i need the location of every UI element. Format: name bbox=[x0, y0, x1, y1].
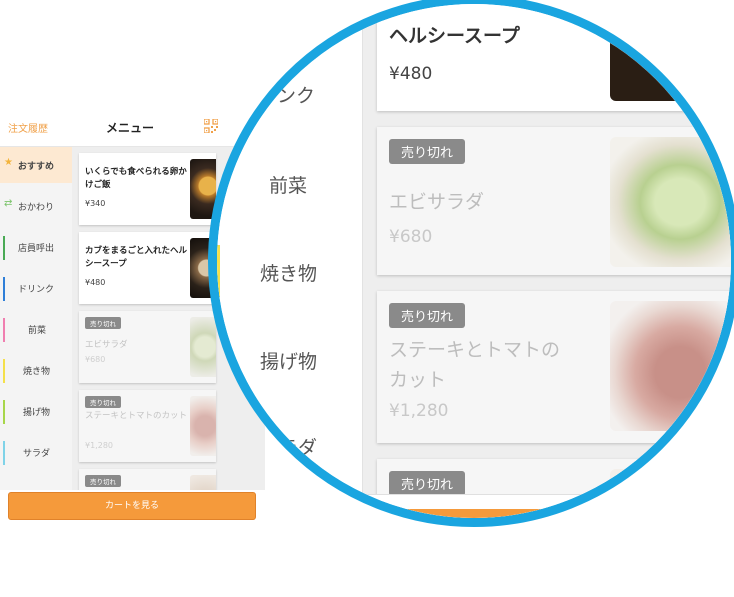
category-color-bar bbox=[217, 333, 220, 385]
category-color-bar bbox=[3, 236, 5, 260]
zoomed-sidebar-item-drink[interactable]: ドリンク bbox=[217, 53, 362, 133]
sidebar-item-label: サラダ bbox=[23, 449, 51, 459]
sold-out-badge: 売り切れ bbox=[389, 471, 466, 496]
category-color-bar bbox=[3, 400, 5, 424]
sidebar-item-label: ドリンク bbox=[18, 285, 55, 295]
menu-item-card-sold-out[interactable]: 売り切れ ステーキとトマトのカット ¥1,280 bbox=[79, 390, 216, 462]
sold-out-badge: 売り切れ bbox=[389, 303, 466, 328]
sidebar-item-call-staff[interactable]: 店員呼出 bbox=[0, 229, 72, 265]
menu-item-price: ¥480 bbox=[85, 278, 106, 287]
zoomed-view-cart-button[interactable]: カートを見 bbox=[320, 509, 731, 518]
category-color-bar bbox=[217, 419, 220, 471]
sidebar-item-label: ドリンク bbox=[239, 85, 316, 107]
category-color-bar bbox=[3, 359, 5, 383]
food-photo bbox=[610, 301, 731, 431]
menu-item-card-sold-out[interactable]: 売り切れ bbox=[79, 469, 216, 490]
menu-item-card[interactable]: カブをまるごと入れたヘルシースープ ¥480 bbox=[79, 232, 216, 304]
menu-item-name: いくらでも食べられる卵かけご飯 bbox=[85, 167, 187, 190]
menu-item-name: ステーキとトマトの bbox=[389, 339, 561, 361]
menu-item-price: ¥680 bbox=[389, 227, 433, 247]
sidebar-item-salad[interactable]: サラダ bbox=[0, 434, 72, 470]
category-color-bar bbox=[3, 441, 5, 465]
category-sidebar: ★ おすすめ ⇄ おかわり 店員呼出 ドリンク 前菜 焼き物 揚げ物 サラダ bbox=[0, 147, 72, 490]
menu-item-price: ¥680 bbox=[85, 355, 106, 364]
magnifier-circle: ドリンク 前菜 焼き物 揚げ物 サラダ ヘルシースープ ¥480 売り切れ エビ… bbox=[208, 0, 734, 527]
sidebar-item-fried[interactable]: 揚げ物 bbox=[0, 393, 72, 429]
sidebar-item-label: 前菜 bbox=[28, 326, 47, 336]
category-color-bar bbox=[217, 67, 220, 119]
refresh-icon: ⇄ bbox=[4, 198, 13, 209]
zoomed-menu-item-card[interactable]: ヘルシースープ ¥480 bbox=[377, 4, 731, 111]
sidebar-item-appetizer[interactable]: 前菜 bbox=[0, 311, 72, 347]
zoomed-sidebar-item-appetizer[interactable]: 前菜 bbox=[217, 143, 362, 223]
sidebar-item-label: 焼き物 bbox=[23, 367, 51, 377]
food-photo bbox=[610, 4, 731, 101]
sidebar-item-recommended[interactable]: ★ おすすめ bbox=[0, 147, 72, 183]
menu-item-price: ¥340 bbox=[85, 199, 106, 208]
zoomed-menu-item-card-sold-out[interactable]: 売り切れ ステーキとトマトの カット ¥1,280 bbox=[377, 291, 731, 443]
star-icon: ★ bbox=[4, 157, 13, 168]
menu-item-price: ¥1,280 bbox=[85, 441, 113, 450]
sidebar-item-label: 前菜 bbox=[269, 175, 308, 197]
zoomed-sidebar-item-fried[interactable]: 揚げ物 bbox=[217, 319, 362, 399]
category-color-bar bbox=[217, 245, 220, 297]
qr-code-icon[interactable] bbox=[204, 119, 218, 133]
menu-item-name: ヘルシースープ bbox=[389, 25, 520, 47]
sidebar-item-refill[interactable]: ⇄ おかわり bbox=[0, 188, 72, 224]
sold-out-badge: 売り切れ bbox=[85, 396, 121, 408]
food-photo bbox=[610, 137, 731, 267]
menu-item-name: エビサラダ bbox=[389, 191, 485, 213]
menu-item-price: ¥1,280 bbox=[389, 401, 449, 421]
menu-item-name-line2: カット bbox=[389, 369, 447, 391]
menu-item-name: ステーキとトマトのカット bbox=[85, 411, 188, 421]
category-color-bar bbox=[3, 318, 5, 342]
order-history-link[interactable]: 注文履歴 bbox=[8, 120, 48, 135]
sidebar-item-label: 揚げ物 bbox=[260, 351, 318, 373]
sidebar-item-label: サラダ bbox=[260, 437, 318, 459]
sidebar-item-drink[interactable]: ドリンク bbox=[0, 270, 72, 306]
sold-out-badge: 売り切れ bbox=[389, 139, 466, 164]
category-color-bar bbox=[217, 157, 220, 209]
page-title: メニュー bbox=[106, 121, 155, 135]
zoomed-sidebar-item-salad[interactable]: サラダ bbox=[217, 405, 362, 485]
food-photo bbox=[190, 396, 216, 456]
magnified-content: ドリンク 前菜 焼き物 揚げ物 サラダ ヘルシースープ ¥480 売り切れ エビ… bbox=[217, 4, 731, 518]
sidebar-item-label: 焼き物 bbox=[260, 263, 318, 285]
menu-item-card-sold-out[interactable]: 売り切れ エビサラダ ¥680 bbox=[79, 311, 216, 383]
menu-item-card[interactable]: いくらでも食べられる卵かけご飯 ¥340 bbox=[79, 153, 216, 225]
food-photo bbox=[190, 317, 216, 377]
zoomed-menu-list: ヘルシースープ ¥480 売り切れ エビサラダ ¥680 売り切れ ステーキとト… bbox=[363, 4, 731, 518]
menu-item-price: ¥480 bbox=[389, 64, 433, 84]
sidebar-item-label: おかわり bbox=[18, 203, 55, 213]
menu-item-name: カブをまるごと入れたヘルシースープ bbox=[85, 246, 188, 269]
sold-out-badge: 売り切れ bbox=[85, 317, 121, 329]
sidebar-item-grilled[interactable]: 焼き物 bbox=[0, 352, 72, 388]
category-color-bar bbox=[3, 277, 5, 301]
zoomed-menu-item-card-sold-out[interactable]: 売り切れ エビサラダ ¥680 bbox=[377, 127, 731, 275]
sidebar-item-label: 揚げ物 bbox=[23, 408, 51, 418]
sold-out-badge: 売り切れ bbox=[85, 475, 121, 487]
food-photo bbox=[190, 475, 216, 490]
sidebar-item-label: おすすめ bbox=[18, 162, 55, 172]
sidebar-item-label: 店員呼出 bbox=[18, 244, 55, 254]
zoomed-sidebar-item-grilled[interactable]: 焼き物 bbox=[217, 231, 362, 311]
menu-item-name: エビサラダ bbox=[85, 340, 128, 350]
